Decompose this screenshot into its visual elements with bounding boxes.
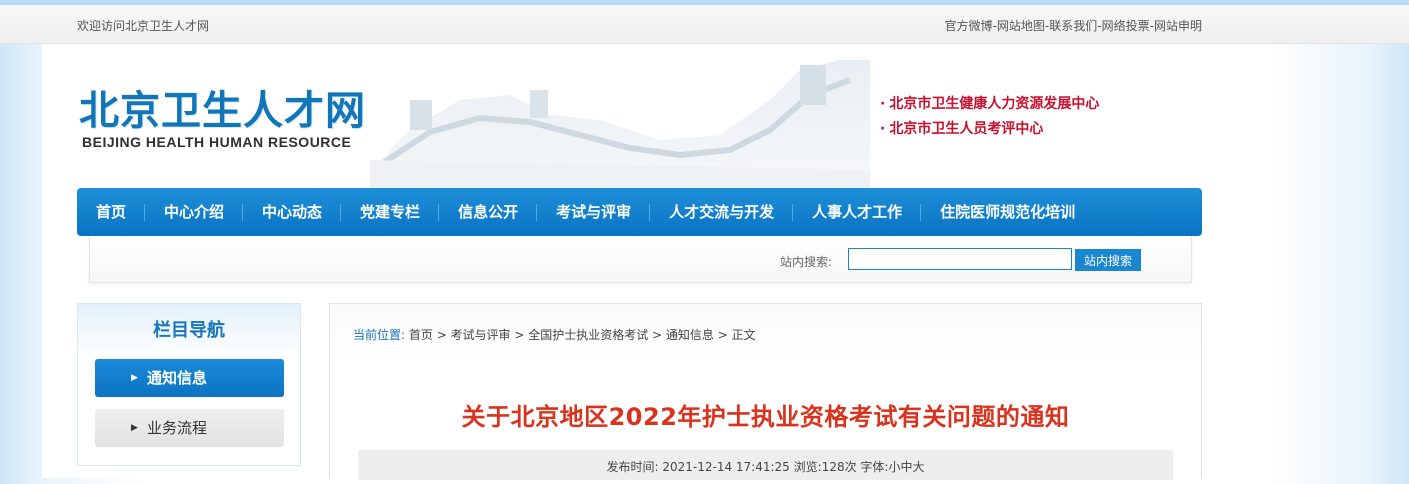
welcome-text: 欢迎访问北京卫生人才网 <box>77 19 210 33</box>
nav-item-info[interactable]: 信息公开 <box>439 188 538 236</box>
nav-item-news[interactable]: 中心动态 <box>243 188 342 236</box>
breadcrumb-path[interactable]: 首页 > 考试与评审 > 全国护士执业资格考试 > 通知信息 > 正文 <box>409 328 756 342</box>
caret-right-icon: ▶ <box>131 373 138 383</box>
search-label: 站内搜索: <box>780 255 833 269</box>
published-time: 2021-12-14 17:41:25 <box>662 460 790 474</box>
weibo-link[interactable]: 官方微博 <box>945 19 993 33</box>
article-title: 关于北京地区2022年护士执业资格考试有关问题的通知 <box>461 403 1070 431</box>
article-panel: 当前位置: 首页 > 考试与评审 > 全国护士执业资格考试 > 通知信息 > 正… <box>329 303 1202 480</box>
view-count: 浏览:128次 <box>793 460 857 474</box>
bullet-dot: · <box>880 121 886 137</box>
search-input[interactable] <box>848 248 1072 270</box>
center-item[interactable]: · 北京市卫生健康人力资源发展中心 <box>880 92 1099 117</box>
sidebar-item-label: 通知信息 <box>147 369 208 387</box>
search-bar: 站内搜索: 站内搜索 <box>89 236 1192 283</box>
nav-item-party[interactable]: 党建专栏 <box>341 188 440 236</box>
sitemap-link[interactable]: 网站地图 <box>997 19 1045 33</box>
bullet-dot: · <box>880 96 886 112</box>
caret-right-icon: ▶ <box>131 423 138 433</box>
nav-item-hr-work[interactable]: 人事人才工作 <box>793 188 922 236</box>
font-size-label: 字体: <box>860 460 889 474</box>
search-button[interactable]: 站内搜索 <box>1075 249 1141 271</box>
statement-link[interactable]: 网站申明 <box>1154 19 1202 33</box>
breadcrumb: 当前位置: 首页 > 考试与评审 > 全国护士执业资格考试 > 通知信息 > 正… <box>330 304 1201 362</box>
main-nav: 首页 中心介绍 中心动态 党建专栏 信息公开 考试与评审 人才交流与开发 人事人… <box>77 188 1202 236</box>
nav-item-talent-exchange[interactable]: 人才交流与开发 <box>650 188 794 236</box>
vote-link[interactable]: 网络投票 <box>1102 19 1150 33</box>
top-bar: 欢迎访问北京卫生人才网 官方微博-网站地图-联系我们-网络投票-网站申明 <box>0 5 1409 44</box>
sidebar-title: 栏目导航 <box>78 304 300 358</box>
site-logo-subtitle: BEIJING HEALTH HUMAN RESOURCE <box>82 134 352 150</box>
sidebar-nav: 栏目导航 ▶ 通知信息 ▶ 业务流程 <box>77 303 301 466</box>
great-wall-illustration <box>370 60 870 188</box>
center-list: · 北京市卫生健康人力资源发展中心 · 北京市卫生人员考评中心 <box>880 92 1099 142</box>
center-item[interactable]: · 北京市卫生人员考评中心 <box>880 117 1099 142</box>
sidebar-item-label: 业务流程 <box>147 419 208 437</box>
site-logo[interactable]: 北京卫生人才网 <box>79 78 366 136</box>
sidebar-item-process[interactable]: ▶ 业务流程 <box>95 409 284 447</box>
contact-link[interactable]: 联系我们 <box>1049 19 1097 33</box>
nav-item-about[interactable]: 中心介绍 <box>145 188 244 236</box>
nav-item-home[interactable]: 首页 <box>77 188 146 236</box>
center-name: 北京市卫生人员考评中心 <box>889 121 1044 137</box>
nav-item-residency-training[interactable]: 住院医师规范化培训 <box>921 188 1094 236</box>
font-size-medium[interactable]: 中 <box>900 460 912 474</box>
breadcrumb-label: 当前位置: <box>353 328 406 342</box>
center-name: 北京市卫生健康人力资源发展中心 <box>889 96 1100 112</box>
sidebar-item-notices[interactable]: ▶ 通知信息 <box>95 359 284 397</box>
article-meta: 发布时间: 2021-12-14 17:41:25 浏览:128次 字体:小中大 <box>358 450 1173 480</box>
font-size-large[interactable]: 大 <box>913 460 925 474</box>
font-size-small[interactable]: 小 <box>888 460 900 474</box>
nav-item-exams[interactable]: 考试与评审 <box>537 188 651 236</box>
top-links: 官方微博-网站地图-联系我们-网络投票-网站申明 <box>945 17 1202 34</box>
published-label: 发布时间: <box>606 460 659 474</box>
